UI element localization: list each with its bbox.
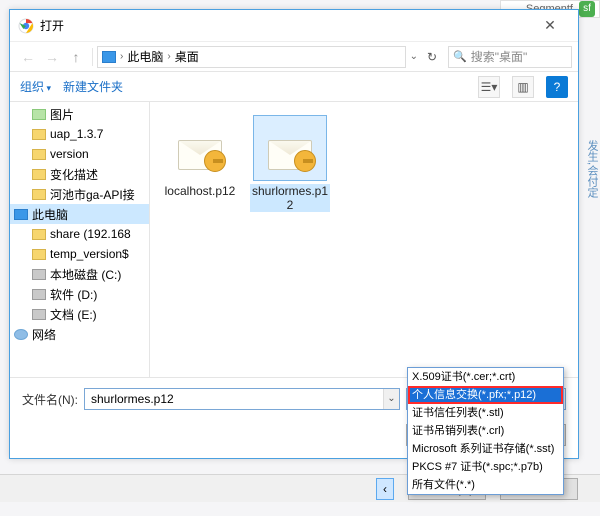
search-icon: 🔍 [453,50,467,63]
titlebar: 打开 ✕ [10,10,578,42]
tree-node-label: version [50,147,89,161]
tree-node[interactable]: 河池市ga-API接 [10,184,149,204]
tree-node[interactable]: 变化描述 [10,164,149,184]
chevron-down-icon[interactable]: ⌄ [410,51,418,62]
disk-icon [32,289,46,300]
chevron-right-icon: › [120,51,123,62]
certificate-icon [178,126,222,170]
dialog-title: 打开 [40,17,530,34]
folder-icon [32,189,46,200]
tree-node-label: temp_version$ [50,247,129,261]
dialog-body: 图片 uap_1.3.7version 变化描述河池市ga-API接此电脑 share… [10,102,578,377]
tree-node[interactable]: share (192.168 [10,224,149,244]
tree-node[interactable]: 图片 [10,104,149,124]
chrome-icon [18,18,34,34]
breadcrumb[interactable]: › 此电脑 › 桌面 [97,46,406,68]
divider [92,48,93,66]
tree-node[interactable]: version [10,144,149,164]
certificate-icon [268,126,312,170]
filename-label: 文件名(N): [22,391,78,408]
tree-node-label: 河池市ga-API接 [50,186,135,203]
filename-input[interactable] [84,388,400,410]
tree-node-label: uap_1.3.7 [50,127,103,141]
breadcrumb-folder[interactable]: 桌面 [175,48,199,65]
filter-option[interactable]: PKCS #7 证书(*.spc;*.p7b) [408,458,563,476]
disk-icon [32,269,46,280]
filter-option[interactable]: 证书信任列表(*.stl) [408,404,563,422]
chevron-right-icon: › [167,51,170,62]
folder-icon [32,249,46,260]
filter-option[interactable]: 所有文件(*.*) [408,476,563,494]
tree-node-label: 软件 (D:) [50,286,97,303]
disk-icon [32,309,46,320]
nav-forward-icon[interactable]: → [40,49,64,65]
close-button[interactable]: ✕ [530,17,570,34]
tree-node[interactable]: uap_1.3.7 [10,124,149,144]
refresh-icon[interactable]: ↻ [422,50,442,64]
panel-icon[interactable]: ▥ [512,76,534,98]
file-caption: shurlormes.p12 [250,184,330,212]
tree-node[interactable]: 软件 (D:) [10,284,149,304]
tree-node[interactable]: 文档 (E:) [10,304,149,324]
nav-back-icon[interactable]: ← [16,49,40,65]
pc-icon [14,209,28,220]
filter-option[interactable]: Microsoft 系列证书存储(*.sst) [408,440,563,458]
filter-dropdown-list[interactable]: X.509证书(*.cer;*.crt)个人信息交换(*.pfx;*.p12)证… [407,367,564,495]
folder-icon [32,229,46,240]
help-icon[interactable]: ? [546,76,568,98]
file-caption: localhost.p12 [160,184,240,198]
tree-node-label: 本地磁盘 (C:) [50,266,121,283]
pic-icon [32,109,46,120]
filter-option[interactable]: 个人信息交换(*.pfx;*.p12) [408,386,563,404]
filter-option[interactable]: X.509证书(*.cer;*.crt) [408,368,563,386]
tree-node[interactable]: temp_version$ [10,244,149,264]
tree-node[interactable]: 网络 [10,324,149,344]
navigation-bar: ← → ↑ › 此电脑 › 桌面 ⌄ ↻ 🔍 搜索"桌面" [10,42,578,72]
tree-node-label: 变化描述 [50,166,98,183]
folder-tree[interactable]: 图片 uap_1.3.7version 变化描述河池市ga-API接此电脑 share… [10,102,150,377]
tree-node-label: 网络 [32,326,56,343]
filename-dropdown-icon[interactable]: ⌄ [383,389,399,409]
sf-badge: sf [579,1,595,17]
tree-node[interactable]: 本地磁盘 (C:) [10,264,149,284]
file-item[interactable]: shurlormes.p12 [250,116,330,212]
background-side-text: 发生,会付定 [588,140,600,198]
net-icon [14,329,28,340]
view-options-icon[interactable]: ☰▾ [478,76,500,98]
folder-icon [32,149,46,160]
file-item[interactable]: localhost.p12 [160,116,240,198]
nav-up-icon[interactable]: ↑ [64,49,88,65]
tree-node-label: share (192.168 [50,227,131,241]
tree-node-label: 文档 (E:) [50,306,97,323]
folder-icon [32,169,46,180]
pc-icon [102,51,116,63]
folder-icon [32,129,46,140]
search-placeholder: 搜索"桌面" [471,48,528,65]
file-list[interactable]: localhost.p12 shurlormes.p12 [150,102,578,377]
organize-menu[interactable]: 组织 [20,78,51,95]
toolbar: 组织 新建文件夹 ☰▾ ▥ ? [10,72,578,102]
tree-node-label: 图片 [50,106,74,123]
filter-option[interactable]: 证书吊销列表(*.crl) [408,422,563,440]
file-open-dialog: 打开 ✕ ← → ↑ › 此电脑 › 桌面 ⌄ ↻ 🔍 搜索"桌面" 组织 新建… [9,9,579,459]
tree-node-label: 此电脑 [32,206,68,223]
breadcrumb-root[interactable]: 此电脑 [127,48,163,65]
new-folder-button[interactable]: 新建文件夹 [63,78,123,95]
search-input[interactable]: 🔍 搜索"桌面" [448,46,572,68]
background-prev-button[interactable]: ‹ [376,478,394,500]
tree-node[interactable]: 此电脑 [10,204,149,224]
